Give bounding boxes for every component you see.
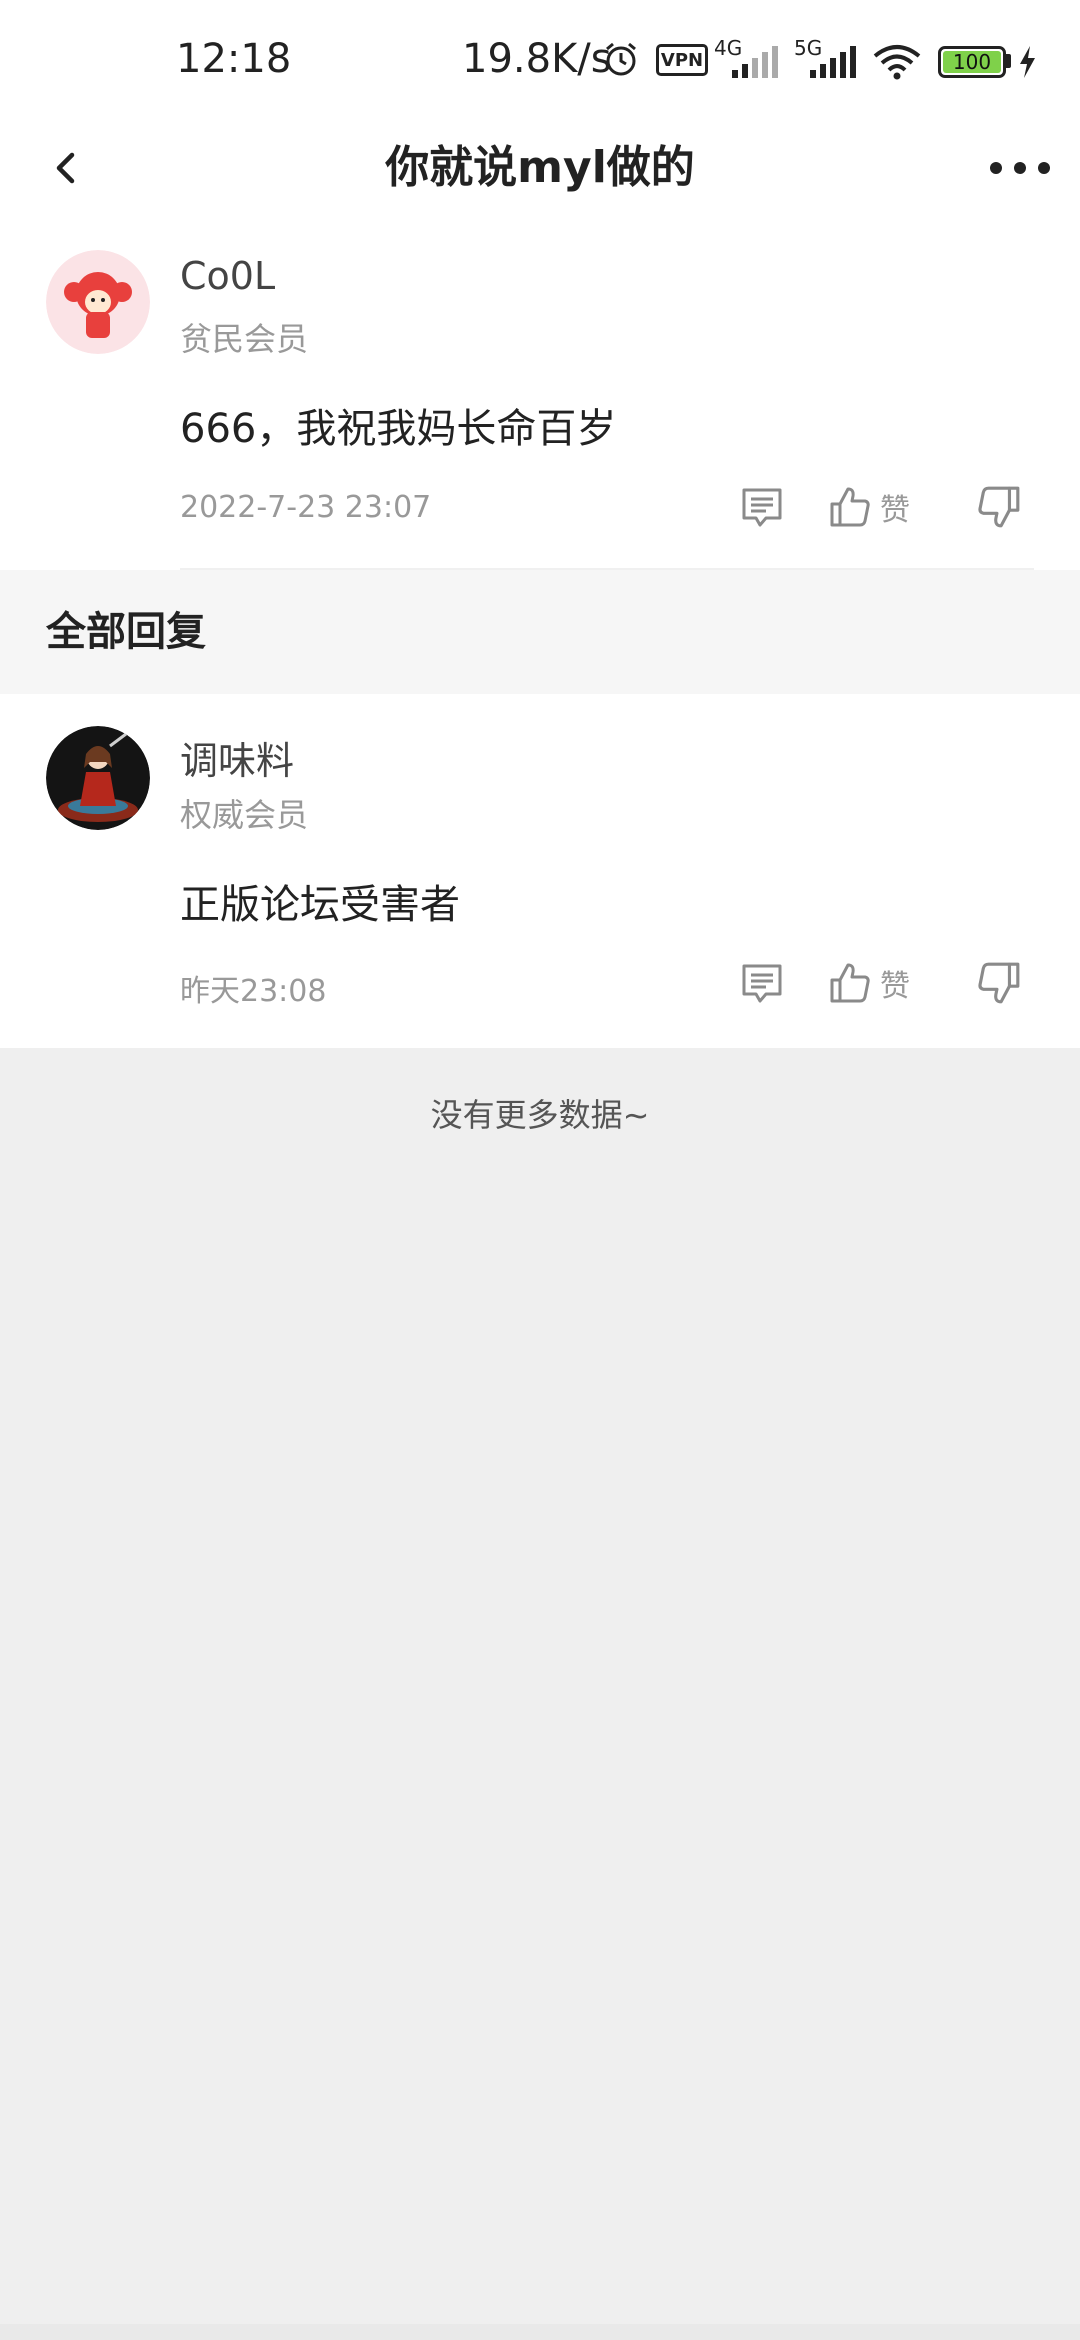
comment-button[interactable] [740, 962, 784, 1006]
like-label: 赞 [880, 493, 910, 528]
more-dots-icon [1038, 162, 1050, 174]
page: 12:18 19.8K/s VPN 4G 5G 100 你就说myl做的 Co0… [0, 0, 1080, 2340]
comment-button[interactable] [740, 486, 784, 530]
username[interactable]: 调味料 [180, 730, 294, 785]
status-time: 12:18 [176, 36, 292, 82]
thumbs-up-icon [830, 487, 870, 527]
like-button[interactable]: 赞 [828, 958, 910, 1008]
avatar[interactable] [46, 726, 150, 830]
signal-icon [730, 44, 780, 78]
reply-content: 正版论坛受害者 [180, 882, 460, 928]
username[interactable]: Co0L [180, 254, 275, 298]
battery-tip [1006, 54, 1011, 68]
battery-icon: 100 [938, 46, 1006, 78]
no-more-data-text: 没有更多数据~ [430, 1096, 650, 1134]
comment-icon [742, 488, 782, 527]
member-level: 权威会员 [180, 796, 309, 834]
main-post: Co0L 贫民会员 666，我祝我妈长命百岁 2022-7-23 23:07 赞 [0, 218, 1080, 570]
alarm-icon [602, 40, 640, 78]
thumbs-down-icon [978, 486, 1020, 528]
thumbs-up-icon [830, 963, 870, 1003]
comment-icon [742, 964, 782, 1003]
dislike-button[interactable] [976, 484, 1022, 530]
more-dots-icon [1014, 162, 1026, 174]
dislike-button[interactable] [976, 960, 1022, 1006]
back-button[interactable] [30, 132, 102, 204]
more-options-button[interactable] [980, 132, 1060, 204]
reply-item: 调味料 权威会员 正版论坛受害者 昨天23:08 赞 [0, 694, 1080, 1048]
page-title: 你就说myl做的 [385, 142, 695, 193]
reply-timestamp: 昨天23:08 [180, 974, 327, 1009]
section-title: 全部回复 [46, 609, 206, 655]
chevron-left-icon [56, 152, 75, 184]
post-content: 666，我祝我妈长命百岁 [180, 406, 617, 452]
top-app-bar: 你就说myl做的 [0, 118, 1080, 218]
charging-icon [1016, 44, 1038, 80]
battery-level: 100 [943, 50, 1001, 74]
status-net-speed: 19.8K/s [462, 36, 612, 82]
more-dots-icon [990, 162, 1002, 174]
gesture-nav-bar [0, 2324, 1080, 2340]
post-timestamp: 2022-7-23 23:07 [180, 490, 432, 525]
like-button[interactable]: 赞 [828, 482, 910, 532]
replies-section-header: 全部回复 [0, 570, 1080, 694]
like-label: 赞 [880, 969, 910, 1004]
avatar[interactable] [46, 250, 150, 354]
vpn-badge: VPN [656, 44, 708, 76]
wifi-icon [872, 44, 922, 80]
status-bar: 12:18 19.8K/s VPN 4G 5G 100 [0, 0, 1080, 118]
signal-icon [808, 44, 858, 78]
member-level: 贫民会员 [180, 320, 309, 358]
thumbs-down-icon [978, 962, 1020, 1004]
